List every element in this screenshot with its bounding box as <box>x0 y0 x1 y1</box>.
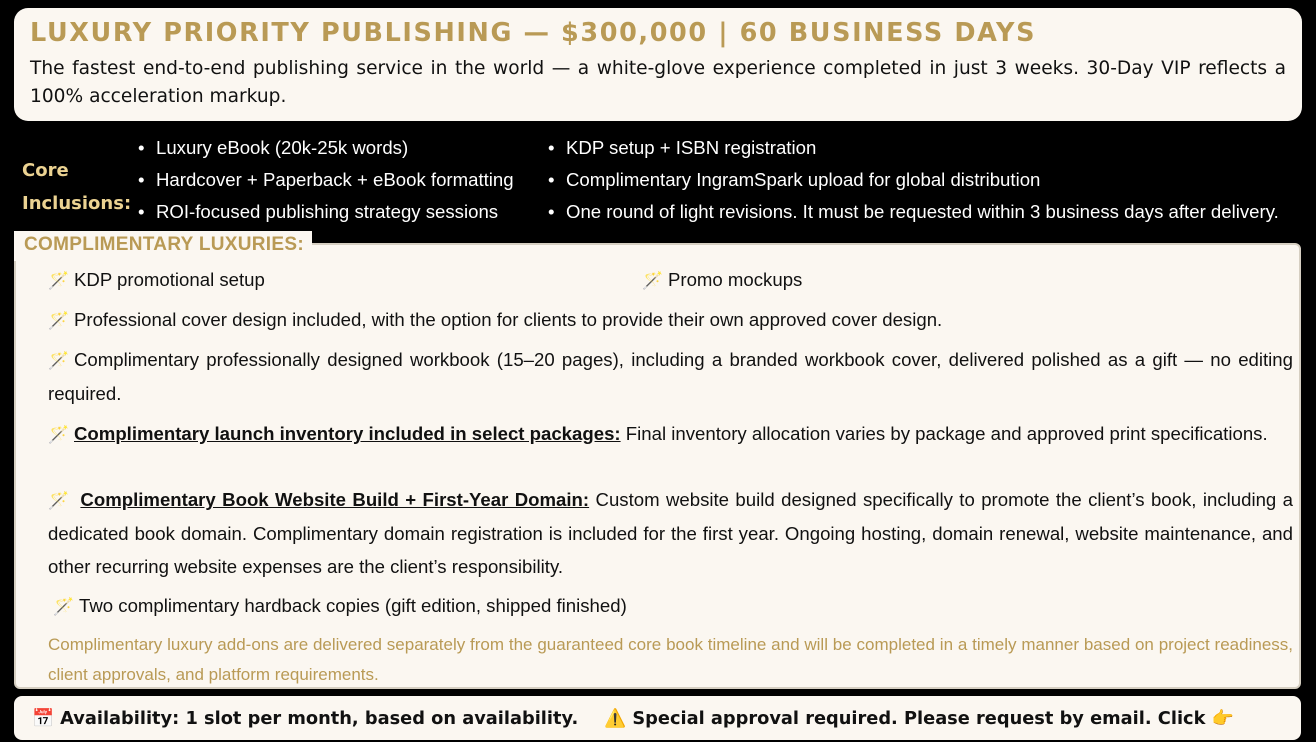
luxury-item-text: KDP promotional setup <box>74 269 265 290</box>
core-inclusion-item: Luxury eBook (20k-25k words) <box>138 132 514 164</box>
core-inclusion-item: KDP setup + ISBN registration <box>548 132 1279 164</box>
magic-wand-icon: 🪄 <box>48 311 70 330</box>
luxury-item-workbook: 🪄 Complimentary professionally designed w… <box>48 343 1293 410</box>
header-description: The fastest end-to-end publishing servic… <box>30 58 1286 107</box>
luxury-item-promo-mockups: 🪄 Promo mockups <box>642 263 1042 297</box>
magic-wand-icon: 🪄 <box>642 271 664 290</box>
availability-notice: 📅 Availability: 1 slot per month, based o… <box>32 708 578 729</box>
warning-icon: ⚠️ <box>604 707 627 729</box>
pointing-hand-icon[interactable]: 👉 <box>1212 708 1234 729</box>
luxury-item-text: Promo mockups <box>668 269 803 290</box>
core-inclusions-label: Core Inclusions: <box>22 154 131 220</box>
complimentary-luxuries-title: COMPLIMENTARY LUXURIES: <box>14 231 312 261</box>
approval-notice: ⚠️ Special approval required. Please requ… <box>604 708 1234 729</box>
luxury-item-heading: Complimentary Book Website Build + First… <box>80 489 590 510</box>
luxury-item-text: Complimentary professionally designed wo… <box>48 349 1293 404</box>
calendar-icon: 📅 <box>32 707 55 729</box>
core-inclusion-item: ROI-focused publishing strategy sessions <box>138 196 514 228</box>
footer-bar: 📅 Availability: 1 slot per month, based o… <box>14 696 1301 740</box>
core-inclusion-item: Hardcover + Paperback + eBook formatting <box>138 164 514 196</box>
luxury-item-cover-design: 🪄 Professional cover design included, wit… <box>48 303 1293 337</box>
core-inclusion-item: Complimentary IngramSpark upload for glo… <box>548 164 1279 196</box>
luxury-item-hardback-copies: 🪄 Two complimentary hardback copies (gift… <box>53 589 1298 623</box>
luxuries-disclaimer-note: Complimentary luxury add-ons are deliver… <box>48 635 1293 684</box>
magic-wand-icon: 🪄 <box>53 597 75 616</box>
header-card: LUXURY PRIORITY PUBLISHING — $300,000 | … <box>14 8 1302 121</box>
core-inclusions-list-left: Luxury eBook (20k-25k words) Hardcover +… <box>138 132 514 228</box>
page-title: LUXURY PRIORITY PUBLISHING — $300,000 | … <box>30 18 1037 48</box>
magic-wand-icon: 🪄 <box>48 271 70 290</box>
luxury-item-heading: Complimentary launch inventory included … <box>74 423 621 444</box>
luxury-item-text: Two complimentary hardback copies (gift … <box>79 595 627 616</box>
core-inclusions-list-right: KDP setup + ISBN registration Compliment… <box>548 132 1279 228</box>
complimentary-luxuries-card: 🪄 KDP promotional setup 🪄 Promo mockups 🪄 P… <box>14 243 1301 689</box>
luxury-item-book-website: 🪄 Complimentary Book Website Build + Fir… <box>48 483 1293 583</box>
luxury-item-text: Professional cover design included, with… <box>74 309 943 330</box>
magic-wand-icon: 🪄 <box>48 425 70 444</box>
luxury-item-text: Final inventory allocation varies by pac… <box>625 423 1268 444</box>
luxury-item-launch-inventory: 🪄 Complimentary launch inventory included… <box>48 417 1293 451</box>
magic-wand-icon: 🪄 <box>48 491 70 510</box>
core-inclusion-item: One round of light revisions. It must be… <box>548 196 1279 228</box>
availability-text: Availability: 1 slot per month, based on… <box>60 707 579 729</box>
approval-text: Special approval required. Please reques… <box>632 707 1206 729</box>
magic-wand-icon: 🪄 <box>48 351 70 370</box>
core-label-line-2: Inclusions: <box>22 193 132 214</box>
luxury-item-kdp-promo: 🪄 KDP promotional setup <box>48 263 648 297</box>
core-label-line-1: Core <box>22 160 69 181</box>
